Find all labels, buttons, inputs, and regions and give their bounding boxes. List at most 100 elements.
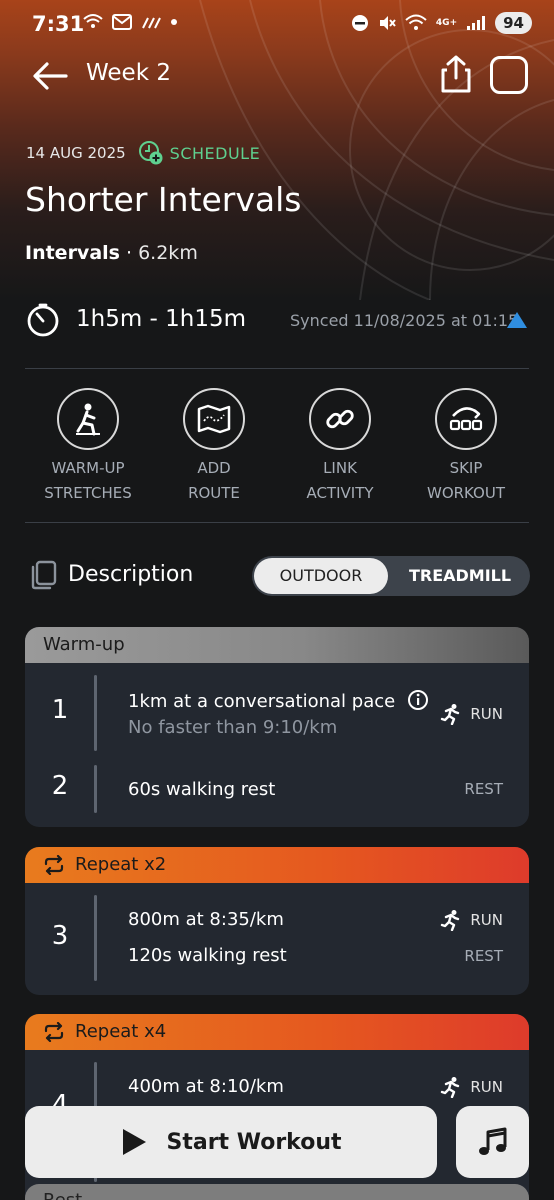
schedule-clock-plus-icon xyxy=(138,141,163,165)
link-activity-button[interactable]: LINK ACTIVITY xyxy=(277,388,403,506)
action-label: LINK ACTIVITY xyxy=(306,459,374,502)
repeat-card: Repeat x2 3 800m at 8:35/km RUN 120s wal… xyxy=(25,847,529,995)
do-not-disturb-icon xyxy=(351,15,368,31)
date-row: 14 AUG 2025 SCHEDULE xyxy=(26,140,260,166)
page-title: Week 2 xyxy=(86,60,171,86)
description-row: Description OUTDOOR TREADMILL xyxy=(30,556,530,596)
status-time: 7:31 xyxy=(32,12,85,36)
map-icon xyxy=(197,404,231,434)
link-icon xyxy=(326,409,354,429)
skip-icon xyxy=(449,407,483,431)
sync-status: Synced 11/08/2025 at 01:15 xyxy=(290,311,519,330)
step-subtext: No faster than 9:10/km xyxy=(128,717,338,738)
mute-icon xyxy=(379,16,396,30)
complete-checkbox[interactable] xyxy=(490,56,528,94)
step-type: REST xyxy=(464,947,503,965)
start-workout-button[interactable]: Start Workout xyxy=(25,1106,437,1178)
warmup-card: Warm-up 1 1km at a conversational pace N… xyxy=(25,627,529,827)
action-label: ADD ROUTE xyxy=(188,459,240,502)
schedule-button[interactable]: SCHEDULE xyxy=(138,140,261,166)
signal-off-icon xyxy=(142,17,161,29)
step-row[interactable]: 3 800m at 8:35/km RUN 120s walking rest … xyxy=(25,883,529,995)
repeat-title: Repeat x2 xyxy=(75,854,167,875)
step-number: 2 xyxy=(51,771,69,801)
environment-toggle: OUTDOOR TREADMILL xyxy=(252,556,530,596)
workout-type: Intervals xyxy=(25,242,120,264)
step-number: 1 xyxy=(51,695,69,725)
step-text: 1km at a conversational pace xyxy=(128,689,429,712)
divider xyxy=(25,368,529,369)
action-label: SKIP WORKOUT xyxy=(426,459,506,502)
add-route-button[interactable]: ADD ROUTE xyxy=(151,388,277,506)
warmup-header: Warm-up xyxy=(25,627,529,663)
action-circle xyxy=(435,388,497,450)
step-text-label: 1km at a conversational pace xyxy=(128,691,396,712)
step-type: RUN xyxy=(440,1076,503,1098)
action-buttons: WARM-UP STRETCHES ADD ROUTE LINK ACTIVIT… xyxy=(25,388,529,508)
sync-triangle-icon xyxy=(507,312,527,328)
step-row[interactable]: 2 60s walking rest REST xyxy=(25,755,529,819)
copy-icon[interactable] xyxy=(30,560,58,590)
step-text: 60s walking rest xyxy=(128,779,276,800)
step-type-label: RUN xyxy=(470,911,503,929)
cell-signal-icon xyxy=(467,16,486,30)
status-system-icons: 4G+ 94 xyxy=(351,12,532,34)
step-row[interactable]: 1 1km at a conversational pace No faster… xyxy=(25,663,529,755)
action-circle xyxy=(57,388,119,450)
step-bar xyxy=(94,895,97,981)
battery-level: 94 xyxy=(495,12,532,34)
divider xyxy=(25,522,529,523)
info-icon[interactable] xyxy=(407,689,429,711)
stopwatch-icon xyxy=(27,303,59,337)
step-bar xyxy=(94,765,97,813)
share-icon[interactable] xyxy=(438,54,474,94)
step-type-label: RUN xyxy=(470,705,503,723)
network-type: 4G+ xyxy=(435,17,458,28)
duration-row: 1h5m - 1h15m Synced 11/08/2025 at 01:15 xyxy=(26,300,530,340)
back-arrow-icon[interactable] xyxy=(30,58,70,94)
dot-icon xyxy=(171,19,177,25)
toggle-outdoor[interactable]: OUTDOOR xyxy=(254,558,388,594)
runner-icon xyxy=(441,1077,460,1098)
repeat-icon xyxy=(44,855,64,875)
toggle-treadmill[interactable]: TREADMILL xyxy=(390,556,530,596)
step-bar xyxy=(94,675,97,751)
workout-subtitle: Intervals · 6.2km xyxy=(25,242,198,264)
step-text: 400m at 8:10/km xyxy=(128,1076,284,1097)
stretch-icon xyxy=(76,403,100,436)
description-label: Description xyxy=(68,562,194,587)
mail-icon xyxy=(112,14,132,30)
workout-distance: 6.2km xyxy=(138,242,198,264)
repeat-header: Repeat x2 xyxy=(25,847,529,883)
step-type: REST xyxy=(464,780,503,798)
step-number: 3 xyxy=(51,921,69,951)
warm-up-stretches-button[interactable]: WARM-UP STRETCHES xyxy=(25,388,151,506)
workout-title: Shorter Intervals xyxy=(25,180,302,219)
step-type-label: RUN xyxy=(470,1078,503,1096)
schedule-label: SCHEDULE xyxy=(169,143,261,163)
workout-duration: 1h5m - 1h15m xyxy=(76,306,247,332)
workout-date: 14 AUG 2025 xyxy=(26,144,126,162)
action-circle xyxy=(309,388,371,450)
music-note-icon xyxy=(478,1127,506,1155)
runner-icon xyxy=(441,704,460,725)
action-label: WARM-UP STRETCHES xyxy=(44,459,132,502)
wifi-calling-icon xyxy=(83,14,103,28)
step-text: 120s walking rest xyxy=(128,945,287,966)
status-notification-icons xyxy=(82,13,178,31)
action-circle xyxy=(183,388,245,450)
step-type: RUN xyxy=(440,703,503,725)
repeat-icon xyxy=(44,1022,64,1042)
wifi-icon xyxy=(405,14,427,30)
top-bar: Week 2 xyxy=(0,52,554,100)
music-button[interactable] xyxy=(456,1106,529,1178)
runner-icon xyxy=(441,910,460,931)
status-bar: 7:31 4G+ 94 xyxy=(0,0,554,52)
repeat-header: Repeat x4 xyxy=(25,1014,529,1050)
rest-section-header: Rest xyxy=(25,1184,529,1200)
subtitle-separator: · xyxy=(119,242,139,264)
step-type: RUN xyxy=(440,909,503,931)
skip-workout-button[interactable]: SKIP WORKOUT xyxy=(403,388,529,506)
start-workout-label: Start Workout xyxy=(166,1129,342,1155)
repeat-title: Repeat x4 xyxy=(75,1021,167,1042)
